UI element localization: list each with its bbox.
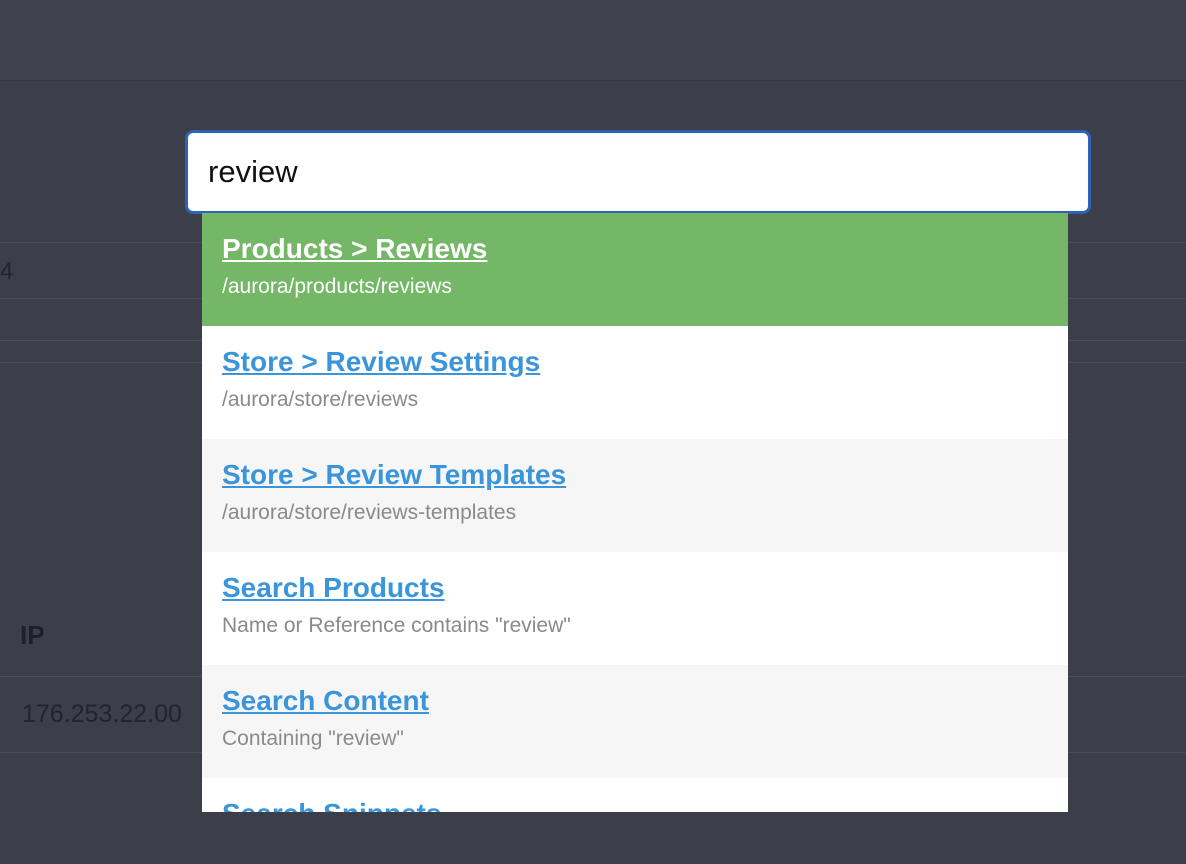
result-item-search-snippets[interactable]: Search Snippets	[202, 778, 1068, 812]
result-item-store-review-templates[interactable]: Store > Review Templates /aurora/store/r…	[202, 439, 1068, 552]
result-subtitle: Name or Reference contains "review"	[222, 614, 571, 637]
search-input[interactable]	[188, 133, 1068, 211]
result-item-search-products[interactable]: Search Products Name or Reference contai…	[202, 552, 1068, 665]
background-header-bar	[0, 0, 1186, 81]
result-title[interactable]: Products > Reviews	[222, 233, 1048, 265]
result-title[interactable]: Store > Review Templates	[222, 459, 1048, 491]
background-row-value: 4	[0, 258, 14, 285]
result-subtitle: /aurora/store/reviews	[222, 388, 419, 411]
result-subtitle: /aurora/products/reviews	[222, 275, 452, 298]
result-subtitle: /aurora/store/reviews-templates	[222, 501, 517, 524]
result-title[interactable]: Search Products	[222, 572, 1048, 604]
result-subtitle: Containing "review"	[222, 727, 404, 750]
result-item-store-review-settings[interactable]: Store > Review Settings /aurora/store/re…	[202, 326, 1068, 439]
result-title[interactable]: Search Content	[222, 685, 1048, 717]
result-item-products-reviews[interactable]: Products > Reviews /aurora/products/revi…	[202, 213, 1068, 326]
result-title[interactable]: Search Snippets	[222, 798, 1048, 812]
result-item-search-content[interactable]: Search Content Containing "review"	[202, 665, 1068, 778]
background-ip-column-header: IP	[20, 620, 45, 650]
search-box	[185, 130, 1091, 214]
result-title[interactable]: Store > Review Settings	[222, 346, 1048, 378]
background-ip-value: 176.253.22.00	[22, 700, 182, 728]
search-results-dropdown: Products > Reviews /aurora/products/revi…	[202, 213, 1068, 812]
